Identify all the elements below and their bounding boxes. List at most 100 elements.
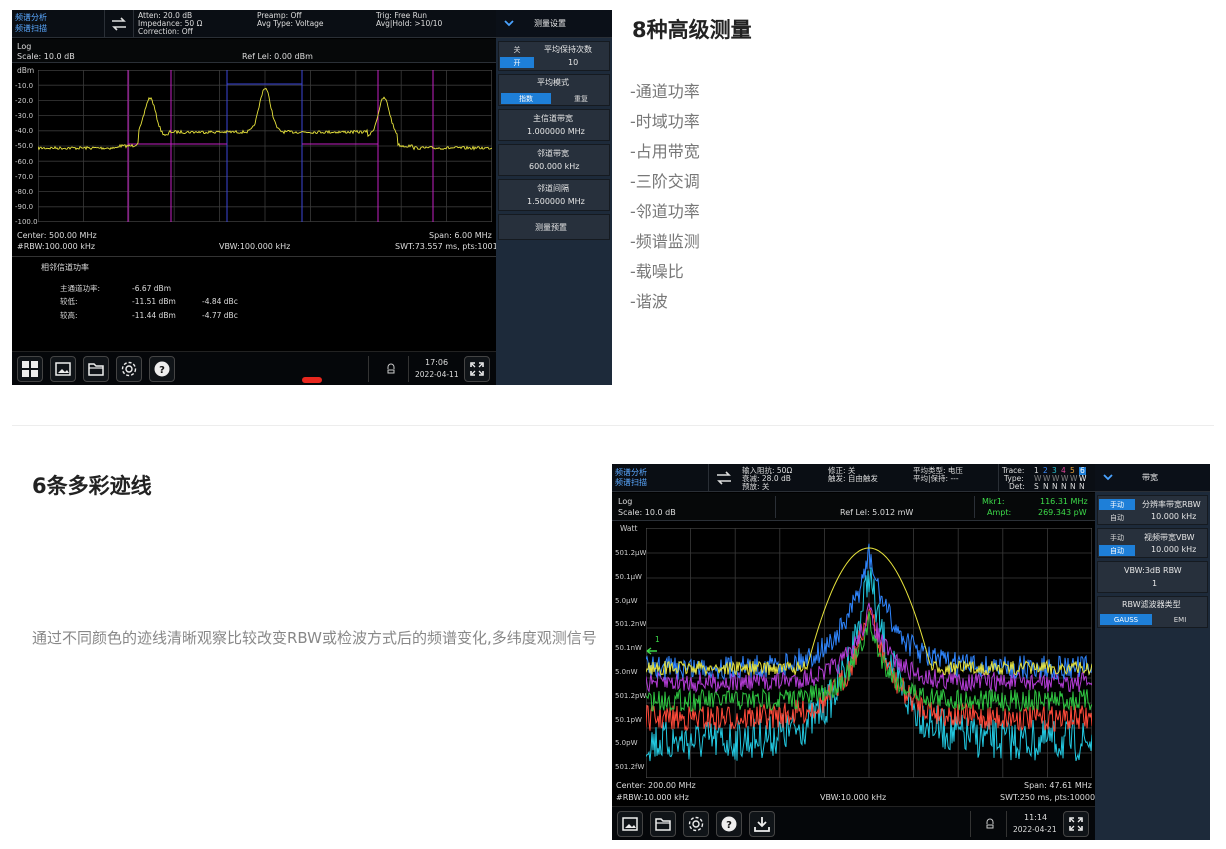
mode-label[interactable]: 频谱分析 <box>615 469 647 477</box>
adjacent-spacing-button[interactable]: 邻道间隔 1.500000 MHz <box>498 179 610 211</box>
ampt-label: Ampt: <box>987 508 1012 517</box>
marker-freq: 116.31 MHz <box>1040 497 1088 506</box>
feature-item: -邻道功率 <box>630 202 700 221</box>
screenshot-button[interactable] <box>50 356 76 382</box>
adjacent-bw-button[interactable]: 邻道带宽 600.000 kHz <box>498 144 610 176</box>
mode-label[interactable]: 频谱分析 <box>15 14 47 22</box>
fullscreen-button[interactable] <box>1063 811 1089 837</box>
apps-button[interactable] <box>17 356 43 382</box>
chevron-down-icon[interactable] <box>504 19 514 27</box>
y-tick-label: 5.0pW <box>615 739 638 748</box>
swap-mode-button[interactable] <box>104 10 134 38</box>
trace-detector: N <box>1043 482 1049 491</box>
file-button[interactable] <box>650 811 676 837</box>
grid-icon <box>22 361 38 377</box>
toolbar-separator <box>368 356 369 382</box>
vbw-rbw-ratio-button[interactable]: VBW:3dB RBW 1 <box>1097 561 1208 593</box>
bottom-toolbar: ? 17:06 2022-04-11 <box>12 351 496 385</box>
marker-arrow-icon <box>646 647 657 655</box>
y-tick-label: -80.0 <box>15 187 34 196</box>
result-label: 较高: <box>60 311 78 320</box>
folder-icon <box>655 818 671 831</box>
avg-mode-control[interactable]: 平均模式 指数 重复 <box>498 74 610 106</box>
adj-bw-value: 600.000 kHz <box>529 162 580 171</box>
rbw-filter-control[interactable]: RBW滤波器类型 GAUSS EMI <box>1097 596 1208 628</box>
result-value: -11.51 dBm <box>132 297 176 306</box>
spectrum-plot[interactable] <box>38 70 492 222</box>
measure-preset-button[interactable]: 测量预置 <box>498 214 610 240</box>
feature-item: -通道功率 <box>630 82 700 101</box>
sidepanel-header[interactable]: 带宽 <box>1095 464 1210 492</box>
settings-button[interactable] <box>116 356 142 382</box>
y-unit: dBm <box>17 66 35 75</box>
bottom-toolbar: ? 11:14 2022-04-21 <box>612 806 1095 840</box>
feature-item: -频谱监测 <box>630 232 700 251</box>
spectrum-screen-traces: 频谱分析 频谱扫描 输入阻抗: 50Ω 衰减: 28.0 dB 预放: 关 修正… <box>612 464 1210 840</box>
option-repeat[interactable]: 重复 <box>555 93 607 104</box>
section-title-traces: 6条多彩迹线 <box>32 474 152 498</box>
scale-readout: Scale: 10.0 dB <box>618 508 676 517</box>
vbw-control[interactable]: 手动 自动 视频带宽VBW 10.000 kHz <box>1097 528 1208 558</box>
center-freq: Center: 200.00 MHz <box>616 781 696 790</box>
span-readout: Span: 47.61 MHz <box>1024 781 1092 790</box>
help-button[interactable]: ? <box>149 356 175 382</box>
trace-detector: N <box>1079 482 1085 491</box>
preset-label: 测量预置 <box>535 223 567 232</box>
sidepanel-title: 测量设置 <box>534 19 566 28</box>
screenshot-button[interactable] <box>617 811 643 837</box>
clock-time: 11:14 <box>1024 813 1048 822</box>
ratio-value: 1 <box>1152 579 1158 588</box>
swap-mode-button[interactable] <box>708 464 738 492</box>
svg-text:?: ? <box>159 365 165 376</box>
option-exponential[interactable]: 指数 <box>501 93 551 104</box>
rbw-control[interactable]: 手动 自动 分辨率带宽RBW 10.000 kHz <box>1097 495 1208 525</box>
option-manual[interactable]: 手动 <box>1099 499 1135 510</box>
y-tick-label: 50.1nW <box>615 644 642 653</box>
clock-date: 2022-04-11 <box>415 370 459 379</box>
avg-count-control[interactable]: 关 开 平均保持次数 10 <box>498 41 610 71</box>
help-button[interactable]: ? <box>716 811 742 837</box>
bandwidth-sidepanel: 带宽 手动 自动 分辨率带宽RBW 10.000 kHz 手动 自动 视频带宽V… <box>1095 464 1210 840</box>
download-button[interactable] <box>749 811 775 837</box>
folder-icon <box>88 363 104 376</box>
help-icon: ? <box>721 816 737 832</box>
download-icon <box>754 817 770 832</box>
option-auto[interactable]: 自动 <box>1099 545 1135 556</box>
option-manual[interactable]: 手动 <box>1099 532 1135 543</box>
trace-detector: N <box>1061 482 1067 491</box>
y-tick-label: 5.0μW <box>615 596 638 605</box>
option-off[interactable]: 关 <box>500 44 534 55</box>
chevron-down-icon[interactable] <box>1103 473 1113 481</box>
result-label: 较低: <box>60 297 78 306</box>
sidepanel-header[interactable]: 测量设置 <box>496 10 612 38</box>
main-bw-label: 主信道带宽 <box>533 114 573 123</box>
result-rel: -4.77 dBc <box>202 311 238 320</box>
vbw-readout: VBW:10.000 kHz <box>820 793 887 802</box>
mode-sublabel[interactable]: 频谱扫描 <box>615 479 647 487</box>
option-auto[interactable]: 自动 <box>1099 512 1135 523</box>
adj-spacing-value: 1.500000 MHz <box>527 197 585 206</box>
lock-icon[interactable] <box>386 363 396 375</box>
option-emi[interactable]: EMI <box>1154 614 1206 625</box>
bar-separator <box>775 496 776 518</box>
fullscreen-button[interactable] <box>464 356 490 382</box>
lock-icon[interactable] <box>985 818 995 830</box>
option-gauss[interactable]: GAUSS <box>1100 614 1152 625</box>
section-divider <box>12 425 1214 426</box>
marker-ampt: 269.343 pW <box>1038 508 1087 517</box>
section-title-measurements: 8种高级测量 <box>632 18 752 42</box>
option-on[interactable]: 开 <box>500 57 534 68</box>
trace-detector: S <box>1034 482 1039 491</box>
mode-sublabel[interactable]: 频谱扫描 <box>15 25 47 33</box>
y-tick-label: -60.0 <box>15 157 34 166</box>
file-button[interactable] <box>83 356 109 382</box>
vbw-readout: VBW:100.000 kHz <box>219 242 291 251</box>
settings-button[interactable] <box>683 811 709 837</box>
main-channel-bw-button[interactable]: 主信道带宽 1.000000 MHz <box>498 109 610 141</box>
y-tick-label: -10.0 <box>15 82 34 90</box>
feature-item: -三阶交调 <box>630 172 700 191</box>
gear-icon <box>121 361 137 377</box>
spectrum-plot[interactable] <box>646 528 1092 778</box>
carousel-indicator[interactable] <box>302 377 322 383</box>
log-label: Log <box>17 42 32 51</box>
